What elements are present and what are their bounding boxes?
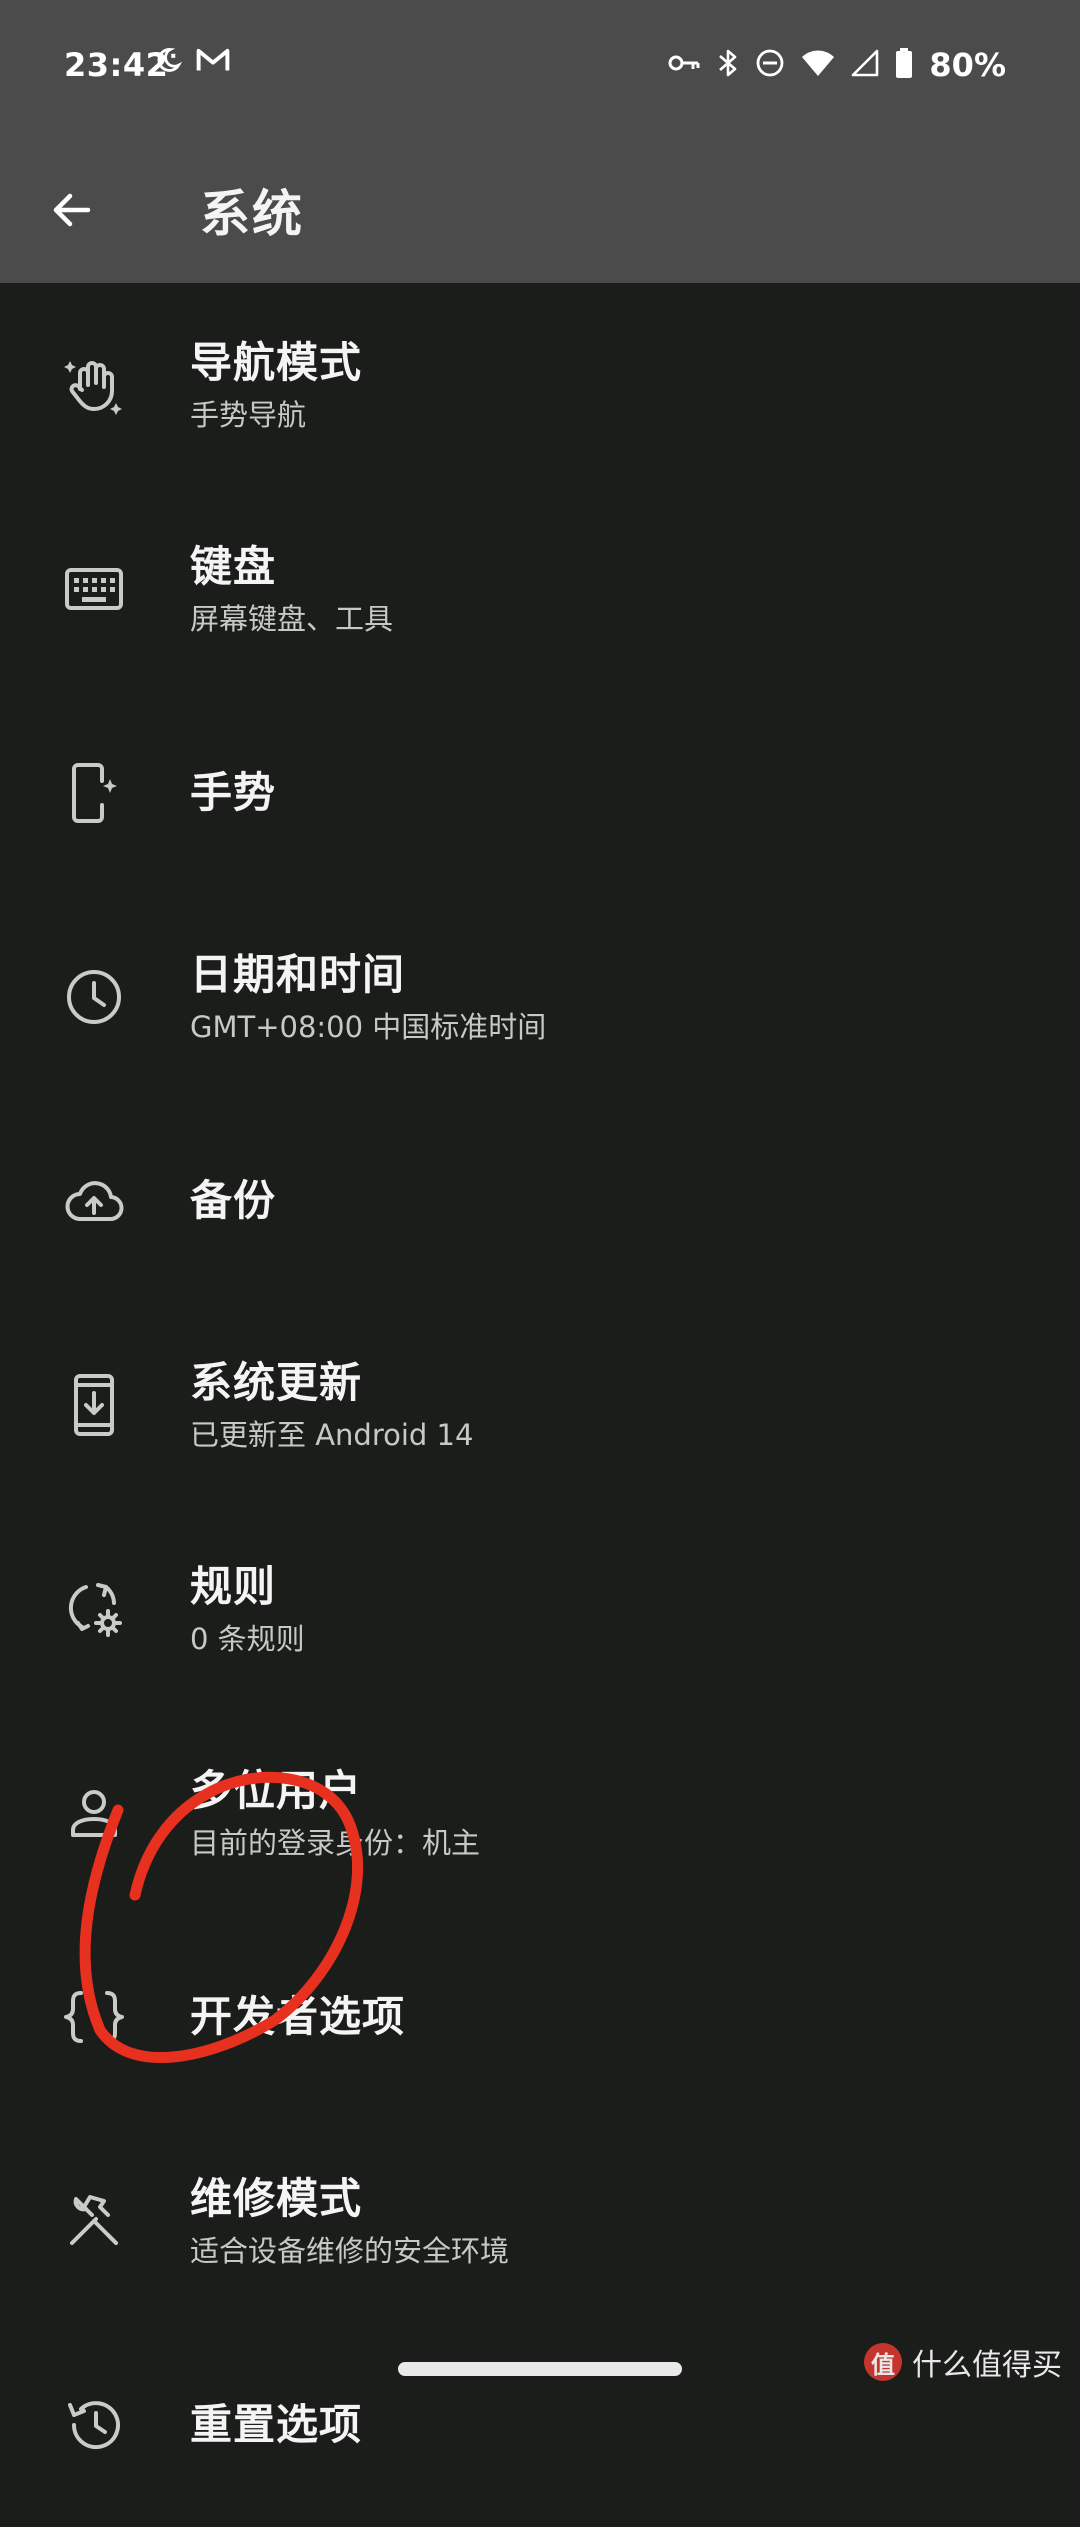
arrow-back-icon — [53, 193, 91, 227]
settings-item-subtitle: 0 条规则 — [190, 1622, 305, 1656]
page-title: 系统 — [200, 185, 304, 243]
gmail-icon — [196, 46, 230, 78]
gesture-nav-handle[interactable] — [398, 2362, 682, 2376]
settings-item-title: 规则 — [190, 1562, 277, 1611]
settings-item-system-update[interactable]: 系统更新 已更新至 Android 14 — [0, 1303, 1080, 1507]
settings-item-keyboard[interactable]: 键盘 屏幕键盘、工具 — [0, 487, 1080, 691]
settings-item-title: 备份 — [190, 1176, 277, 1225]
settings-item-title: 导航模式 — [190, 338, 363, 387]
settings-item-title: 键盘 — [190, 542, 277, 591]
signal-icon — [851, 49, 879, 81]
settings-item-navigation-mode[interactable]: 导航模式 手势导航 — [0, 283, 1080, 487]
watermark-logo: 值 — [864, 2343, 902, 2381]
settings-item-subtitle: GMT+08:00 中国标准时间 — [190, 1010, 547, 1044]
bluetooth-icon — [717, 48, 739, 82]
person-icon — [62, 1781, 126, 1845]
battery-icon — [895, 48, 913, 82]
vpn-key-icon — [667, 52, 701, 78]
settings-item-title: 多位用户 — [190, 1766, 363, 1815]
settings-item-rules[interactable]: 规则 0 条规则 — [0, 1507, 1080, 1711]
do-not-disturb-icon — [755, 48, 785, 82]
app-bar: 系统 — [0, 136, 1080, 283]
status-right-icons: 80% — [667, 46, 1006, 84]
back-button[interactable] — [40, 178, 104, 242]
settings-item-title: 维修模式 — [190, 2174, 363, 2223]
settings-item-title: 系统更新 — [190, 1358, 363, 1407]
keyboard-icon — [62, 557, 126, 621]
wifi-icon — [801, 49, 835, 81]
status-left-icons — [154, 46, 230, 78]
settings-item-title: 手势 — [190, 768, 277, 817]
settings-item-title: 重置选项 — [190, 2400, 363, 2449]
settings-item-gestures[interactable]: 手势 — [0, 691, 1080, 895]
status-bar: 23:42 80% — [0, 0, 1080, 136]
settings-item-repair-mode[interactable]: 维修模式 适合设备维修的安全环境 — [0, 2119, 1080, 2323]
braces-icon — [62, 1985, 126, 2049]
status-time: 23:42 — [64, 46, 169, 84]
gesture-hand-icon — [62, 353, 126, 417]
settings-item-subtitle: 已更新至 Android 14 — [190, 1418, 474, 1452]
settings-item-subtitle: 手势导航 — [190, 398, 307, 432]
phone-gesture-icon — [62, 761, 126, 825]
history-reset-icon — [62, 2393, 126, 2457]
do-not-disturb-moon-icon — [154, 46, 183, 78]
settings-item-subtitle: 适合设备维修的安全环境 — [190, 2234, 510, 2268]
battery-percent: 80% — [929, 46, 1006, 84]
settings-item-backup[interactable]: 备份 — [0, 1099, 1080, 1303]
rules-sync-icon — [62, 1577, 126, 1641]
settings-item-date-time[interactable]: 日期和时间 GMT+08:00 中国标准时间 — [0, 895, 1080, 1099]
settings-item-developer-options[interactable]: 开发者选项 — [0, 1915, 1080, 2119]
settings-item-subtitle: 屏幕键盘、工具 — [190, 602, 394, 636]
settings-item-multiple-users[interactable]: 多位用户 目前的登录身份：机主 — [0, 1711, 1080, 1915]
watermark-text: 什么值得买 — [912, 2348, 1062, 2383]
cloud-upload-icon — [62, 1169, 126, 1233]
settings-list: 导航模式 手势导航 键盘 屏幕键盘、工具 手势 日期和时间 GMT+08:00 … — [0, 283, 1080, 2527]
watermark: 值 什么值得买 — [864, 2340, 1062, 2384]
clock-icon — [62, 965, 126, 1029]
settings-item-title: 日期和时间 — [190, 950, 406, 999]
settings-item-subtitle: 目前的登录身份：机主 — [190, 1826, 481, 1860]
settings-item-title: 开发者选项 — [190, 1992, 406, 2041]
system-update-icon — [62, 1373, 126, 1437]
tools-icon — [62, 2189, 126, 2253]
